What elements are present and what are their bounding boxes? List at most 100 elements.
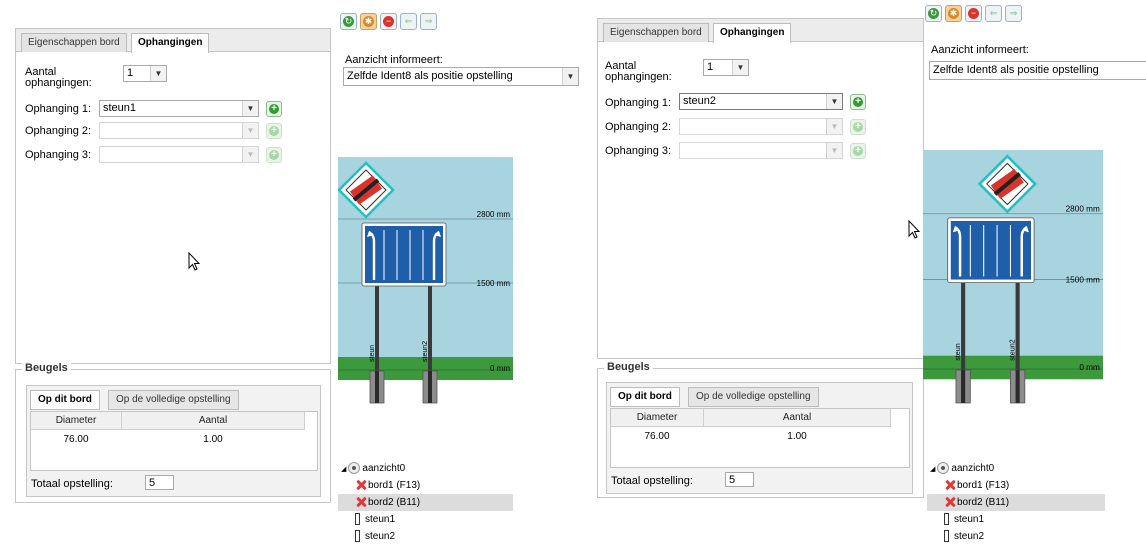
tree-node-aanzicht0[interactable]: ◢ aanzicht0 — [338, 460, 513, 477]
tab-op-de-volledige-opstelling[interactable]: Op de volledige opstelling — [688, 387, 819, 407]
arrow-left-button[interactable]: ⇐ — [985, 5, 1002, 22]
tree-node-steun1[interactable]: steun1 — [943, 511, 984, 528]
tree-label-steun2: steun2 — [954, 531, 985, 542]
tab-op-de-volledige-opstelling[interactable]: Op de volledige opstelling — [108, 390, 239, 410]
arrow-left-icon: ⇐ — [989, 8, 998, 18]
tab-eigenschappen-bord[interactable]: Eigenschappen bord — [603, 23, 709, 42]
tree-node-aanzicht0[interactable]: ◢ aanzicht0 — [927, 460, 1105, 477]
tab-ophangingen[interactable]: Ophangingen — [713, 23, 792, 43]
table-row-aantal[interactable]: 1.00 — [122, 431, 304, 448]
column-header-aantal[interactable]: Aantal — [704, 409, 891, 427]
settings-button[interactable]: ✱ — [360, 13, 377, 30]
aanzicht-select[interactable]: Zelfde Ident8 als positie opstelling ▼ — [343, 67, 579, 86]
column-header-diameter[interactable]: Diameter — [611, 409, 704, 427]
ophanging-2-select[interactable]: ▼ — [99, 122, 259, 139]
refresh-button[interactable]: ↻ — [925, 5, 942, 22]
chevron-down-icon: ▼ — [150, 66, 166, 81]
ophanging-2-select[interactable]: ▼ — [679, 118, 843, 135]
totaal-opstelling-label: Totaal opstelling: — [611, 475, 693, 487]
chevron-down-icon: ▼ — [826, 119, 842, 134]
dim-label-2800: 2800 mm — [1066, 205, 1100, 214]
add-ophanging-2-button[interactable]: + — [266, 123, 282, 139]
tree-node-steun2[interactable]: steun2 — [354, 528, 395, 545]
column-header-diameter[interactable]: Diameter — [31, 412, 122, 430]
aanzicht-value: Zelfde Ident8 als positie opstelling — [933, 64, 1099, 76]
x-icon — [945, 497, 955, 507]
dim-label-1500: 1500 mm — [477, 279, 511, 288]
table-row-diameter[interactable]: 76.00 — [31, 431, 121, 448]
tree-node-bord2[interactable]: bord2 (B11) — [338, 494, 513, 511]
tree-node-steun2[interactable]: steun2 — [943, 528, 984, 545]
tree-label-steun1: steun1 — [365, 514, 396, 525]
plus-icon: + — [269, 150, 279, 160]
add-ophanging-1-button[interactable]: + — [850, 94, 866, 110]
gear-icon: ✱ — [948, 8, 959, 19]
plus-icon: + — [853, 122, 863, 132]
totaal-opstelling-input[interactable]: 5 — [725, 472, 754, 487]
screen-2: Eigenschappen bord Ophangingen Aantal op… — [585, 0, 1146, 545]
tree-label-aanzicht0: aanzicht0 — [362, 463, 406, 474]
beugels-fieldset: Beugels Op dit bord Op de volledige opst… — [597, 361, 924, 498]
ophanging-2-label: Ophanging 2: — [25, 125, 92, 137]
ophanging-1-select[interactable]: steun2 ▼ — [679, 93, 843, 110]
ophanging-3-select[interactable]: ▼ — [679, 142, 843, 159]
table-row-aantal[interactable]: 1.00 — [704, 428, 890, 445]
dim-label-0: 0 mm — [1079, 363, 1100, 372]
delete-button[interactable]: − — [380, 13, 397, 30]
arrow-left-button[interactable]: ⇐ — [400, 13, 417, 30]
aantal-ophangingen-select[interactable]: 1 ▼ — [123, 65, 167, 82]
arrow-left-icon: ⇐ — [404, 16, 413, 26]
pole-icon — [355, 530, 360, 543]
delete-button[interactable]: − — [965, 5, 982, 22]
aanzicht-select[interactable]: Zelfde Ident8 als positie opstelling — [929, 61, 1146, 80]
plus-icon: + — [269, 126, 279, 136]
aantal-ophangingen-label: Aantal ophangingen: — [25, 66, 92, 89]
ophanging-3-label: Ophanging 3: — [605, 145, 672, 157]
sign-preview: 2800 mm 1500 mm 0 mm steun steun2 — [338, 157, 513, 404]
pole-label-steun2: steun2 — [1008, 339, 1017, 361]
tab-ophangingen[interactable]: Ophangingen — [131, 33, 210, 53]
tree-node-bord1[interactable]: bord1 (F13) — [338, 477, 513, 494]
ophanging-1-select[interactable]: steun1 ▼ — [99, 100, 259, 117]
ophanging-1-value: steun1 — [103, 102, 137, 114]
x-icon — [356, 497, 366, 507]
refresh-icon: ↻ — [928, 8, 939, 19]
add-ophanging-2-button[interactable]: + — [850, 119, 866, 135]
tab-strip: Eigenschappen bord Ophangingen — [598, 19, 923, 43]
tab-op-dit-bord[interactable]: Op dit bord — [610, 387, 680, 407]
arrow-right-button[interactable]: ⇒ — [1005, 5, 1022, 22]
ophangingen-panel: Eigenschappen bord Ophangingen Aantal op… — [597, 18, 924, 359]
column-header-aantal[interactable]: Aantal — [122, 412, 305, 430]
add-ophanging-1-button[interactable]: + — [266, 101, 282, 117]
tab-eigenschappen-bord[interactable]: Eigenschappen bord — [21, 33, 127, 52]
table-row-diameter[interactable]: 76.00 — [611, 428, 703, 445]
add-ophanging-3-button[interactable]: + — [266, 147, 282, 163]
tree-node-bord2[interactable]: bord2 (B11) — [927, 494, 1105, 511]
tree-label-bord1: bord1 (F13) — [368, 480, 421, 491]
aanzicht-label: Aanzicht informeert: — [345, 54, 443, 66]
aantal-ophangingen-select[interactable]: 1 ▼ — [703, 59, 749, 76]
tree-label-bord2: bord2 (B11) — [368, 497, 421, 508]
totaal-opstelling-input[interactable]: 5 — [145, 475, 174, 490]
aanzicht-label: Aanzicht informeert: — [931, 44, 1029, 56]
tree-node-bord1[interactable]: bord1 (F13) — [927, 477, 1105, 494]
add-ophanging-3-button[interactable]: + — [850, 143, 866, 159]
refresh-icon: ↻ — [343, 16, 354, 27]
sign-preview: 2800 mm 1500 mm 0 mm steun steun2 — [923, 150, 1103, 404]
chevron-down-icon: ▼ — [242, 123, 258, 138]
x-icon — [356, 480, 366, 490]
chevron-down-icon: ▼ — [826, 143, 842, 158]
plus-icon: + — [269, 104, 279, 114]
refresh-button[interactable]: ↻ — [340, 13, 357, 30]
settings-button[interactable]: ✱ — [945, 5, 962, 22]
ophanging-3-select[interactable]: ▼ — [99, 146, 259, 163]
arrow-right-button[interactable]: ⇒ — [420, 13, 437, 30]
toolbar: ↻ ✱ − ⇐ ⇒ — [340, 13, 440, 31]
tree-label-bord2: bord2 (B11) — [957, 497, 1010, 508]
chevron-down-icon: ▼ — [242, 147, 258, 162]
tree-node-steun1[interactable]: steun1 — [354, 511, 395, 528]
beugels-tab-panel: Op dit bord Op de volledige opstelling D… — [26, 385, 321, 497]
beugels-tab-panel: Op dit bord Op de volledige opstelling D… — [606, 382, 913, 494]
tab-op-dit-bord[interactable]: Op dit bord — [30, 390, 100, 410]
chevron-down-icon: ▼ — [826, 94, 842, 109]
